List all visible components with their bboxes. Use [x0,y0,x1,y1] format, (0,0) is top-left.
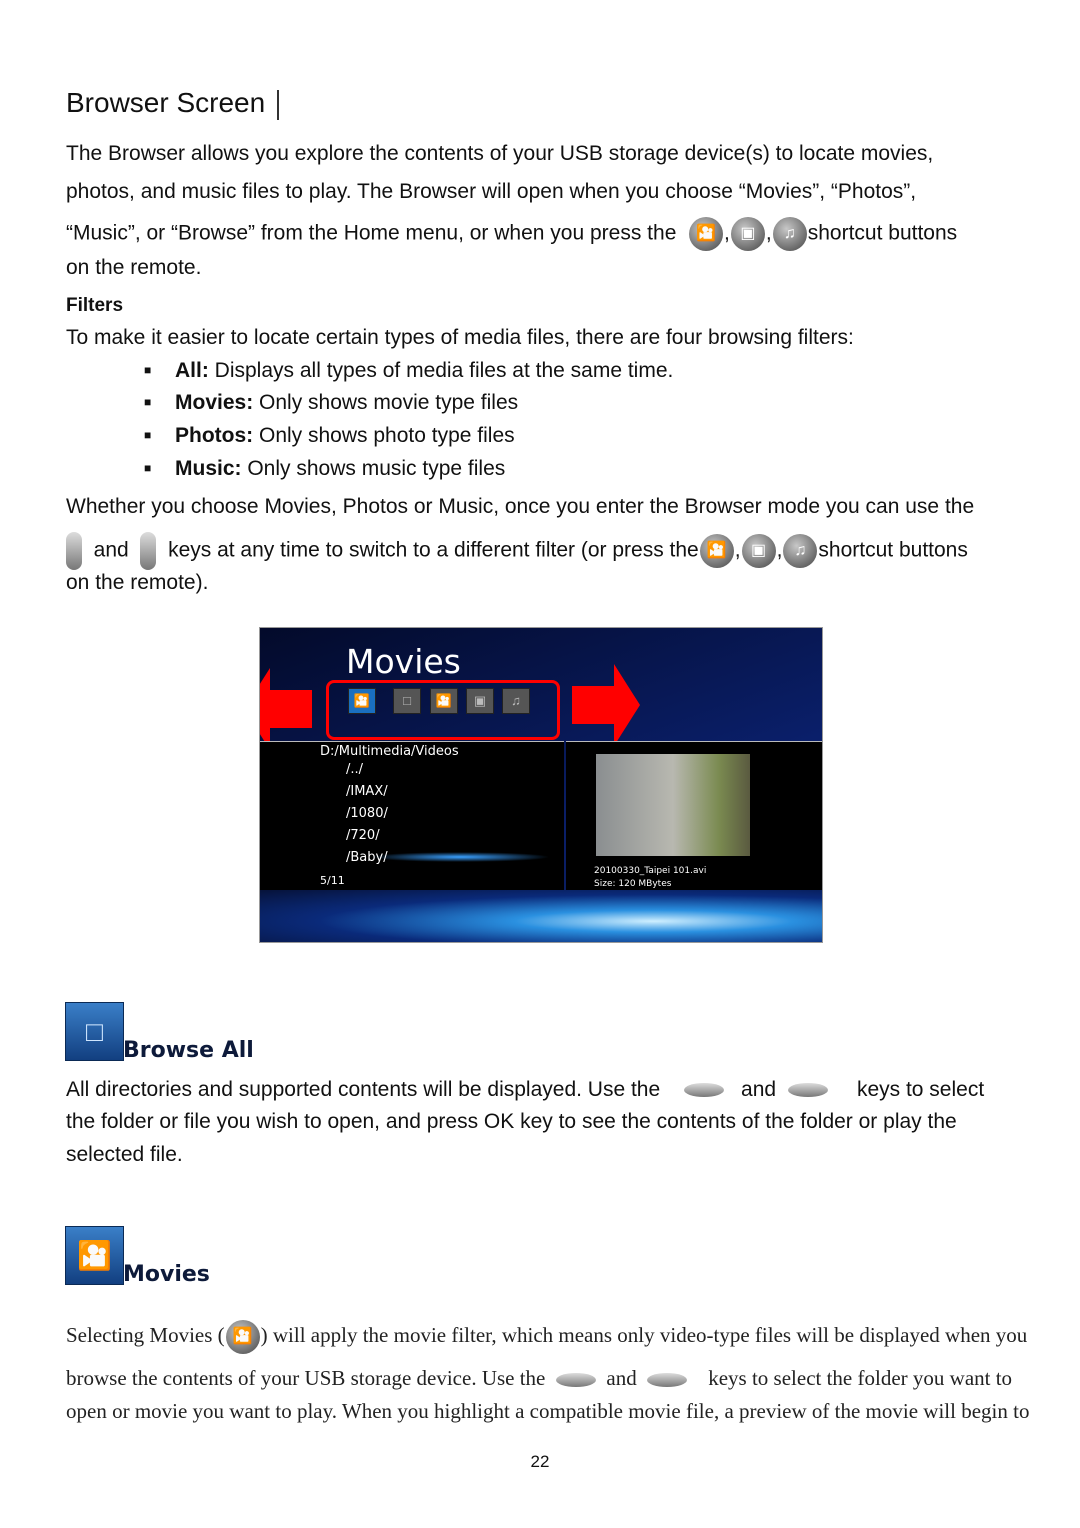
movie-button-icon: 🎦 [225,1320,260,1354]
tab-photos[interactable]: ▣ [466,688,494,714]
browse-all-icon: □ [65,1002,124,1061]
bullet: ■ [144,395,152,409]
up-key-icon [555,1373,596,1388]
right-arrow-icon [572,664,640,746]
decorative-swoosh [260,890,822,942]
intro-line: “Music”, or “Browse” from the Home menu,… [66,217,957,251]
up-key-icon [683,1083,724,1098]
browse-all-line: the folder or file you wish to open, and… [66,1110,957,1133]
intro-line: The Browser allows you explore the conte… [66,142,934,165]
movies-line: Selecting Movies (🎦) will apply the movi… [66,1320,1027,1354]
filter-item: Music: Only shows music type files [175,457,506,480]
left-arrow-icon [260,668,312,750]
movies-icon: 🎦 [65,1226,124,1285]
switch-line: Whether you choose Movies, Photos or Mus… [66,495,975,518]
bullet: ■ [144,363,152,377]
bullet: ■ [144,428,152,442]
bullet: ■ [144,461,152,475]
down-key-icon [787,1083,828,1098]
folder-item[interactable]: /1080/ [346,806,388,821]
down-key-icon [647,1373,688,1388]
browse-all-line: selected file. [66,1143,183,1166]
page-title: Browser Screen [66,86,280,120]
tab-all-movies[interactable]: 🎦 [348,688,376,714]
video-preview-thumbnail [596,754,750,856]
browse-all-heading: Browse All [123,1038,254,1063]
browser-screenshot: Movies 🎦 □ 🎦 ▣ ♫ D:/Multimedia/Videos /.… [259,627,823,943]
file-name: 20100330_Taipei 101.avi [594,866,707,876]
filter-item: All: Displays all types of media files a… [175,359,674,382]
movie-button-icon: 🎦 [699,534,734,568]
photo-button-icon: ▣ [730,217,765,251]
photo-button-icon: ▣ [741,534,776,568]
movie-button-icon: 🎦 [689,217,724,251]
folder-item[interactable]: /../ [346,762,363,777]
filter-item: Movies: Only shows movie type files [175,391,519,414]
movies-heading: Movies [123,1262,210,1287]
browse-all-line: All directories and supported contents w… [66,1078,985,1101]
tab-browse-all[interactable]: □ [393,688,421,714]
music-button-icon: ♫ [772,217,807,251]
switch-line: on the remote). [66,571,209,594]
file-size: Size: 120 MBytes [594,879,672,889]
tab-music[interactable]: ♫ [502,688,530,714]
left-key-icon [66,532,82,570]
right-key-icon [140,532,157,570]
selection-highlight [370,852,550,862]
document-page: Browser Screen The Browser allows you ex… [0,0,1080,1528]
switch-line: and keys at any time to switch to a diff… [66,532,968,570]
current-path: D:/Multimedia/Videos [320,744,459,759]
filters-heading: Filters [66,295,124,316]
music-button-icon: ♫ [783,534,818,568]
item-counter: 5/11 [320,874,345,887]
screen-title: Movies [346,642,461,681]
movies-line: browse the contents of your USB storage … [66,1366,1013,1390]
folder-item[interactable]: /720/ [346,828,380,843]
folder-item-selected[interactable]: /Baby/ [346,850,388,865]
tab-movies[interactable]: 🎦 [430,688,458,714]
movies-line: open or movie you want to play. When you… [66,1399,1030,1423]
filter-item: Photos: Only shows photo type files [175,424,515,447]
intro-line: on the remote. [66,256,202,279]
page-number: 22 [530,1452,550,1471]
intro-line: photos, and music files to play. The Bro… [66,180,917,203]
filters-lead: To make it easier to locate certain type… [66,326,854,349]
file-list-panel [260,741,564,891]
folder-item[interactable]: /IMAX/ [346,784,388,799]
